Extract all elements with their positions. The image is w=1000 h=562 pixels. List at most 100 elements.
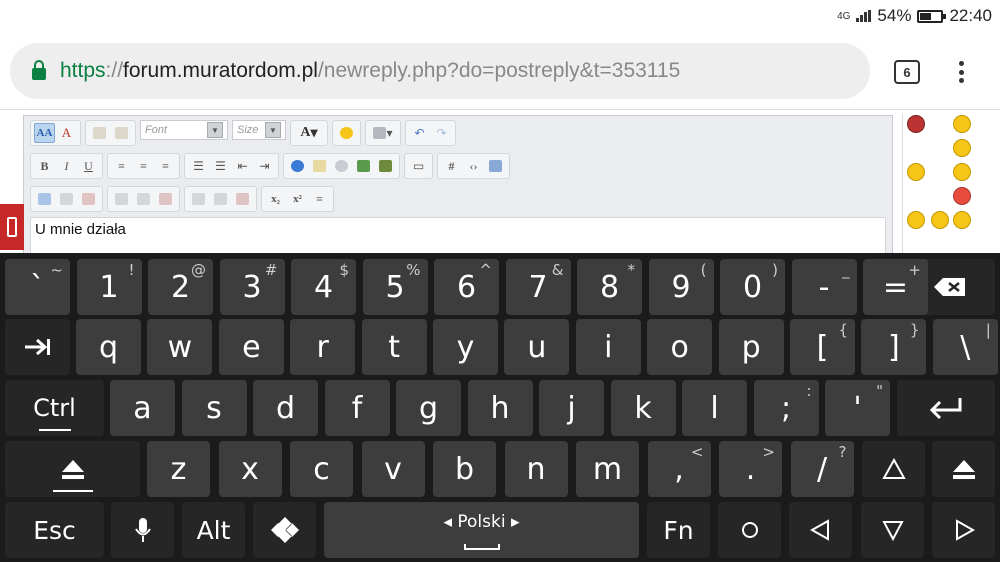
link-icon[interactable] — [287, 156, 308, 176]
shift-left-key[interactable] — [5, 441, 140, 497]
outdent-icon[interactable]: ⇤ — [232, 156, 253, 176]
key-row4-0[interactable]: z — [147, 441, 210, 497]
key-row4-7[interactable]: , < — [647, 441, 711, 497]
key-row1-7[interactable]: 7 & — [505, 259, 571, 315]
paste-icon[interactable] — [89, 123, 110, 143]
key-row4-2[interactable]: c — [290, 441, 353, 497]
image-icon[interactable] — [353, 156, 374, 176]
quote-icon[interactable]: ▭ — [408, 156, 429, 176]
italic-icon[interactable]: I — [56, 156, 77, 176]
key-row4-9[interactable]: /? — [790, 441, 854, 497]
dpad-key[interactable] — [253, 502, 316, 558]
switch-mode-icon[interactable]: AA — [34, 123, 55, 143]
key-row3-4[interactable]: g — [396, 380, 461, 436]
key-row3-10[interactable]: ' " — [825, 380, 890, 436]
align-center-icon[interactable]: ≡ — [133, 156, 154, 176]
key-row1-9[interactable]: 9( — [648, 259, 714, 315]
alt-key[interactable]: Alt — [182, 502, 245, 558]
smiley-icon[interactable] — [953, 211, 971, 229]
key-row1-0[interactable]: ` ~ — [5, 259, 70, 315]
key-row2-7[interactable]: i — [575, 319, 641, 375]
overflow-menu-icon[interactable] — [954, 58, 968, 86]
key-row2-3[interactable]: r — [290, 319, 356, 375]
remove-format-icon[interactable]: A — [56, 123, 77, 143]
smiley-icon[interactable] — [931, 211, 949, 229]
underline-icon[interactable]: U — [78, 156, 99, 176]
key-row1-6[interactable]: 6 ^ — [434, 259, 499, 315]
key-row1-11[interactable]: - _ — [791, 259, 857, 315]
code-hash-icon[interactable]: # — [441, 156, 462, 176]
tab-switcher-button[interactable]: 6 — [894, 60, 920, 84]
enter-key[interactable] — [897, 380, 995, 436]
smiley-icon[interactable] — [953, 139, 971, 157]
table-icon[interactable] — [34, 189, 55, 209]
key-row4-3[interactable]: v — [361, 441, 425, 497]
undo-icon[interactable]: ↶ — [409, 123, 430, 143]
superscript-icon[interactable]: x² — [287, 189, 308, 209]
unordered-list-icon[interactable]: ☰ — [210, 156, 231, 176]
key-row2-6[interactable]: u — [504, 319, 570, 375]
key-row4-4[interactable]: b — [433, 441, 496, 497]
key-row3-1[interactable]: s — [181, 380, 247, 436]
ordered-list-icon[interactable]: ☰ — [188, 156, 209, 176]
col-delete-icon[interactable] — [232, 189, 253, 209]
nav-down-key[interactable] — [861, 502, 924, 558]
table-delete-icon[interactable] — [78, 189, 99, 209]
key-row1-10[interactable]: 0) — [720, 259, 785, 315]
key-row4-8[interactable]: . > — [719, 441, 782, 497]
size-select[interactable]: Size ▼ — [232, 120, 286, 140]
fn-key[interactable]: Fn — [647, 502, 710, 558]
smiley-icon[interactable] — [953, 115, 971, 133]
email-icon[interactable] — [309, 156, 330, 176]
row-delete-icon[interactable] — [155, 189, 176, 209]
key-row3-2[interactable]: d — [253, 380, 318, 436]
key-row3-0[interactable]: a — [110, 380, 175, 436]
key-row2-8[interactable]: o — [647, 319, 713, 375]
key-row2-0[interactable]: q — [76, 319, 141, 375]
key-row3-3[interactable]: f — [324, 380, 390, 436]
col-right-icon[interactable] — [210, 189, 231, 209]
key-row4-5[interactable]: n — [504, 441, 568, 497]
paste-text-icon[interactable] — [111, 123, 132, 143]
key-row2-4[interactable]: t — [361, 319, 427, 375]
tab-key[interactable] — [5, 319, 70, 375]
nav-back-key[interactable] — [789, 502, 852, 558]
font-select[interactable]: Font ▼ — [140, 120, 228, 140]
key-row3-7[interactable]: k — [610, 380, 676, 436]
unlink-icon[interactable] — [331, 156, 352, 176]
row-below-icon[interactable] — [133, 189, 154, 209]
key-row1-12[interactable]: = + — [863, 259, 928, 315]
key-row2-9[interactable]: p — [718, 319, 784, 375]
php-code-icon[interactable] — [485, 156, 506, 176]
key-row2-5[interactable]: y — [433, 319, 498, 375]
key-row1-3[interactable]: 3 # — [219, 259, 285, 315]
esc-key[interactable]: Esc — [5, 502, 104, 558]
attach-icon[interactable]: ▾ — [369, 123, 397, 143]
redo-icon[interactable]: ↷ — [431, 123, 452, 143]
subscript-icon[interactable]: x₂ — [265, 189, 286, 209]
mobile-view-icon[interactable] — [0, 204, 24, 250]
key-row3-6[interactable]: j — [539, 380, 604, 436]
row-above-icon[interactable] — [111, 189, 132, 209]
table-props-icon[interactable] — [56, 189, 77, 209]
smilies-icon[interactable] — [336, 123, 357, 143]
key-row1-2[interactable]: 2 @ — [148, 259, 213, 315]
smiley-icon[interactable] — [907, 115, 925, 133]
font-color-button[interactable]: A ▾ — [294, 123, 324, 143]
smiley-icon[interactable] — [953, 187, 971, 205]
bold-icon[interactable]: B — [34, 156, 55, 176]
nav-forward-key[interactable] — [932, 502, 995, 558]
html-code-icon[interactable]: ‹› — [463, 156, 484, 176]
shift-right-key[interactable] — [932, 441, 995, 497]
smiley-icon[interactable] — [907, 211, 925, 229]
key-row3-5[interactable]: h — [467, 380, 533, 436]
space-bar-key[interactable]: ◂ Polski ▸ — [324, 502, 639, 558]
key-row4-1[interactable]: x — [218, 441, 282, 497]
key-row1-4[interactable]: 4 $ — [291, 259, 356, 315]
key-row3-9[interactable]: ;: — [753, 380, 819, 436]
key-row1-8[interactable]: 8 * — [577, 259, 642, 315]
align-left-icon[interactable]: ≡ — [111, 156, 132, 176]
key-row3-8[interactable]: l — [682, 380, 747, 436]
smiley-icon[interactable] — [953, 163, 971, 181]
mic-key[interactable] — [111, 502, 174, 558]
